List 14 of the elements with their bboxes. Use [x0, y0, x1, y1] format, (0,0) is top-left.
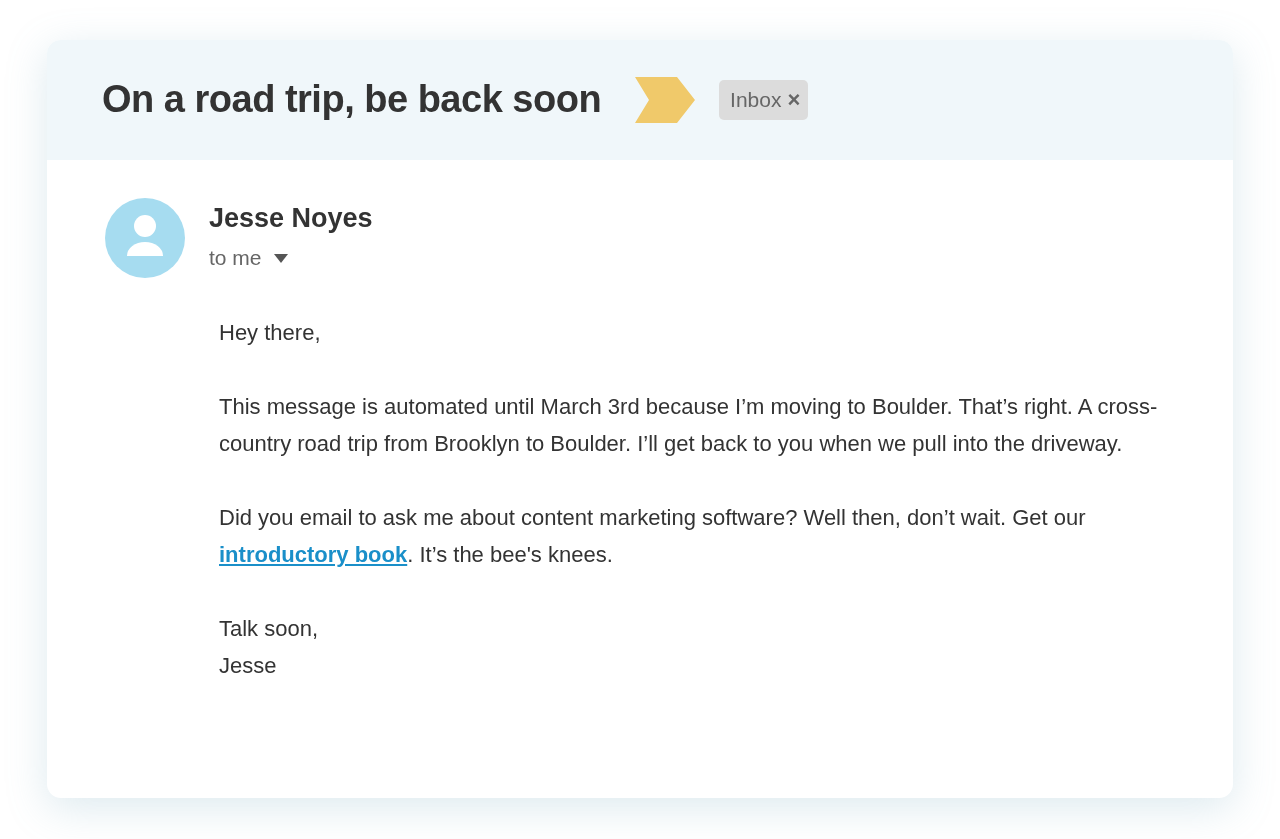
paragraph: Hey there, — [219, 319, 322, 347]
dropdown-caret-icon[interactable] — [273, 253, 288, 263]
importance-marker-icon[interactable] — [635, 77, 696, 123]
paragraph: Jesse — [219, 652, 278, 680]
remove-label-button[interactable]: × — [787, 89, 801, 111]
recipient-text: to me — [209, 245, 262, 272]
email-subject: On a road trip, be back soon — [102, 77, 602, 123]
label-text: Inbox — [730, 87, 782, 114]
avatar-icon — [105, 198, 185, 278]
book-link[interactable]: introductory book — [219, 542, 408, 567]
paragraph: Talk soon, — [219, 615, 320, 643]
paragraph: Did you email to ask me about content marketing software? Well then, don’t wait. Get our introductory book. It’s the bee's knees. — [219, 504, 1087, 569]
sender-name: Jesse Noyes — [209, 202, 373, 235]
paragraph: This message is automated until March 3rd because I’m moving to Boulder. That’s right. A cross-country road trip from Brooklyn to Boulder. I’ll get back to you when we pull into the driveway. — [219, 393, 1159, 458]
